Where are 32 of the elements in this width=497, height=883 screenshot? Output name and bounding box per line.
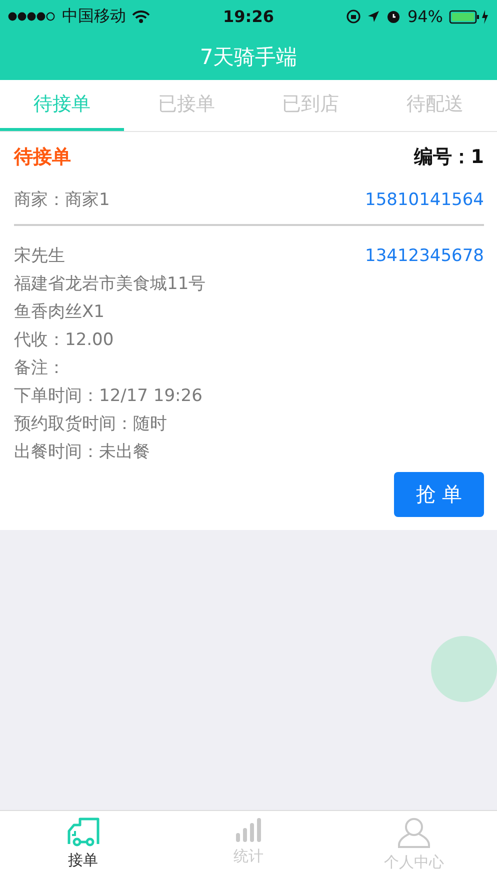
carrier-name: 中国移动 <box>62 6 126 27</box>
grab-order-button[interactable]: 抢 单 <box>394 472 484 517</box>
battery-percent: 94% <box>407 7 443 26</box>
truck-icon <box>66 817 100 847</box>
order-number: 编号：1 <box>414 145 484 170</box>
tab-bar-item[interactable]: 接单 <box>0 811 166 883</box>
order-status: 待接单 <box>14 145 71 170</box>
person-icon <box>397 817 432 849</box>
order-detail: 预约取货时间：随时 <box>14 413 167 436</box>
phone-link[interactable]: 15810141564 <box>365 186 484 214</box>
phone-link[interactable]: 13412345678 <box>365 242 484 270</box>
app-title: 7天骑手端 <box>200 44 298 70</box>
bar-chart-icon <box>234 817 262 843</box>
order-detail: 鱼香肉丝X1 <box>14 301 104 324</box>
order-tab[interactable]: 待配送 <box>372 80 497 131</box>
alarm-clock-icon <box>386 9 402 24</box>
order-detail: 出餐时间：未出餐 <box>14 441 150 464</box>
order-tab[interactable]: 已接单 <box>124 80 248 131</box>
merchant-name: 商家：商家1 <box>14 189 110 212</box>
rotation-lock-icon <box>346 9 362 24</box>
order-detail: 代收：12.00 <box>14 329 114 352</box>
customer-name: 宋先生 <box>14 245 65 268</box>
order-detail: 下单时间：12/17 19:26 <box>14 385 202 408</box>
tab-label: 接单 <box>68 851 98 870</box>
location-arrow-icon <box>367 10 380 23</box>
order-detail: 备注： <box>14 357 65 380</box>
clock-time: 19:26 <box>223 7 274 26</box>
battery-charging-icon <box>449 8 489 24</box>
signal-icon <box>8 12 56 21</box>
order-detail: 福建省龙岩市美食城11号 <box>14 273 206 296</box>
wifi-icon <box>132 10 150 23</box>
order-tab[interactable]: 已到店 <box>248 80 373 131</box>
